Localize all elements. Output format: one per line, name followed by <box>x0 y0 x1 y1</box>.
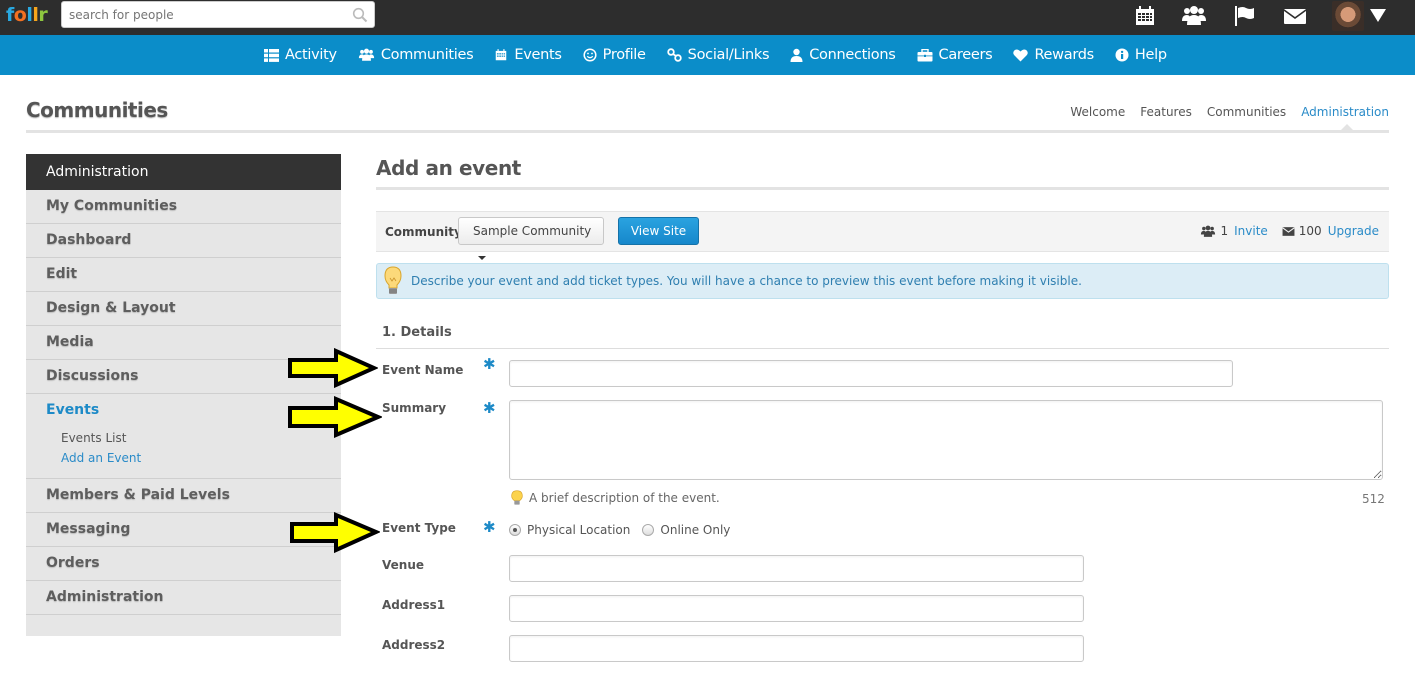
view-site-button[interactable]: View Site <box>618 217 699 245</box>
summary-textarea[interactable] <box>509 400 1383 480</box>
people-icon <box>358 48 374 61</box>
required-asterisk-icon: ✱ <box>483 355 496 373</box>
sidebar-item-my-communities[interactable]: My Communities <box>26 190 341 224</box>
breadcrumb-communities[interactable]: Communities <box>1207 105 1286 119</box>
nav-profile[interactable]: Profile <box>583 47 646 63</box>
admin-sidebar: Administration My Communities Dashboard … <box>26 154 341 636</box>
event-type-radio-group: Physical Location Online Only <box>509 523 742 537</box>
venue-label: Venue <box>382 558 424 572</box>
nav-social-links[interactable]: Social/Links <box>666 47 770 63</box>
community-toolbar: Community: Sample Community View Site 1 … <box>376 211 1389 260</box>
mail-icon[interactable] <box>1283 5 1307 27</box>
sidebar-item-design-layout[interactable]: Design & Layout <box>26 292 341 326</box>
briefcase-icon <box>917 48 933 61</box>
lightbulb-icon <box>511 490 523 505</box>
main-title: Add an event <box>376 156 521 180</box>
follr-logo[interactable]: follr <box>6 4 48 26</box>
nav-events[interactable]: Events <box>494 47 562 63</box>
alert-text: Describe your event and add ticket types… <box>411 274 1082 288</box>
section-divider <box>376 348 1389 349</box>
community-select[interactable]: Sample Community <box>458 217 604 260</box>
nav-help[interactable]: Help <box>1115 47 1167 63</box>
breadcrumb: Welcome Features Communities Administrat… <box>1055 105 1389 119</box>
nav-rewards[interactable]: Rewards <box>1013 47 1094 63</box>
summary-label: Summary <box>382 401 447 415</box>
event-type-label: Event Type <box>382 521 456 535</box>
caret-down-icon[interactable] <box>1370 9 1386 22</box>
info-icon <box>1115 48 1129 62</box>
info-alert: Describe your event and add ticket types… <box>376 263 1389 299</box>
breadcrumb-features[interactable]: Features <box>1140 105 1192 119</box>
lightbulb-icon <box>384 266 402 294</box>
section-title-details: 1. Details <box>382 325 452 340</box>
user-icon <box>790 48 803 62</box>
sidebar-item-edit[interactable]: Edit <box>26 258 341 292</box>
top-bar: follr <box>0 0 1415 35</box>
message-count: 100 <box>1298 224 1322 238</box>
people-icon[interactable] <box>1181 5 1207 27</box>
search-icon[interactable] <box>352 7 368 23</box>
summary-char-counter: 512 <box>1362 492 1385 506</box>
event-name-input[interactable] <box>509 360 1233 387</box>
avatar[interactable] <box>1332 1 1364 31</box>
flag-icon[interactable] <box>1233 5 1257 27</box>
header-divider <box>26 130 1389 133</box>
radio-online-only-label[interactable]: Online Only <box>660 523 730 537</box>
sidebar-item-dashboard[interactable]: Dashboard <box>26 224 341 258</box>
sidebar-subitem-add-an-event[interactable]: Add an Event <box>26 448 341 468</box>
calendar-icon <box>496 49 507 61</box>
nav-careers[interactable]: Careers <box>917 47 993 63</box>
invite-link[interactable]: Invite <box>1234 224 1268 238</box>
invite-count: 1 <box>1220 224 1229 238</box>
list-icon <box>264 48 279 62</box>
calendar-icon[interactable] <box>1133 5 1157 27</box>
address1-input[interactable] <box>509 595 1084 622</box>
sidebar-item-members-paid-levels[interactable]: Members & Paid Levels <box>26 479 341 513</box>
nav-activity[interactable]: Activity <box>264 47 337 63</box>
annotation-arrow-icon <box>290 512 380 554</box>
required-asterisk-icon: ✱ <box>483 399 496 417</box>
venue-input[interactable] <box>509 555 1084 582</box>
radio-physical-location-label[interactable]: Physical Location <box>527 523 630 537</box>
annotation-arrow-icon <box>288 348 378 388</box>
required-asterisk-icon: ✱ <box>483 518 496 536</box>
breadcrumb-welcome[interactable]: Welcome <box>1070 105 1125 119</box>
toolbar-stats: 1 Invite 100 Upgrade <box>1200 224 1379 238</box>
smiley-icon <box>583 48 597 62</box>
sidebar-item-administration[interactable]: Administration <box>26 581 341 615</box>
nav-connections[interactable]: Connections <box>790 47 896 63</box>
radio-physical-location[interactable] <box>509 524 521 536</box>
main-title-divider <box>376 187 1389 190</box>
nav-communities[interactable]: Communities <box>358 47 474 63</box>
mail-icon <box>1282 226 1295 236</box>
breadcrumb-administration[interactable]: Administration <box>1301 105 1389 119</box>
search-input[interactable] <box>62 2 342 27</box>
address1-label: Address1 <box>382 598 446 612</box>
event-name-label: Event Name <box>382 363 464 377</box>
summary-hint: A brief description of the event. <box>510 490 720 506</box>
people-search <box>61 1 375 28</box>
community-label: Community: <box>385 225 467 239</box>
sidebar-heading: Administration <box>26 154 341 190</box>
radio-online-only[interactable] <box>642 524 655 536</box>
annotation-arrow-icon <box>288 396 382 438</box>
address2-input[interactable] <box>509 635 1084 662</box>
heart-icon <box>1013 49 1029 61</box>
address2-label: Address2 <box>382 638 446 652</box>
page-title: Communities <box>26 98 168 122</box>
upgrade-link[interactable]: Upgrade <box>1328 224 1379 238</box>
caret-down-icon <box>478 255 486 260</box>
breadcrumb-active-indicator <box>1341 124 1353 130</box>
main-nav: Activity Communities Events Profile Soci… <box>0 35 1415 75</box>
people-icon <box>1201 225 1216 237</box>
link-icon <box>666 48 682 62</box>
